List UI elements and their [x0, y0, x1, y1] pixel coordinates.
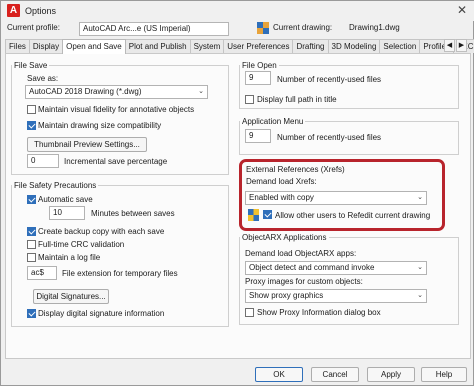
objectarx-title: ObjectARX Applications — [240, 233, 329, 242]
save-as-value: AutoCAD 2018 Drawing (*.dwg) — [29, 87, 142, 96]
file-open-recent-label: Number of recently-used files — [277, 75, 382, 84]
objectarx-demand-load-dropdown[interactable]: Object detect and command invoke ⌄ — [245, 261, 427, 275]
tab-strip: Files Display Open and Save Plot and Pub… — [5, 39, 474, 54]
allow-refedit-checkbox[interactable] — [263, 210, 272, 219]
display-full-path-checkbox[interactable] — [245, 95, 254, 104]
xrefs-demand-load-label: Demand load Xrefs: — [246, 177, 317, 186]
close-icon[interactable]: ✕ — [457, 3, 467, 17]
save-as-dropdown[interactable]: AutoCAD 2018 Drawing (*.dwg) ⌄ — [25, 85, 208, 99]
chevron-down-icon: ⌄ — [198, 88, 204, 95]
ok-button[interactable]: OK — [255, 367, 303, 382]
temp-file-extension-label: File extension for temporary files — [62, 269, 178, 278]
cancel-button[interactable]: Cancel — [311, 367, 359, 382]
digital-signatures-button[interactable]: Digital Signatures... — [33, 289, 109, 304]
file-save-title: File Save — [12, 61, 50, 70]
tab-user-preferences[interactable]: User Preferences — [223, 39, 294, 53]
proxy-images-dropdown[interactable]: Show proxy graphics ⌄ — [245, 289, 427, 303]
maintain-visual-fidelity-checkbox[interactable] — [27, 105, 36, 114]
app-menu-recent-input[interactable]: 9 — [245, 129, 271, 143]
tab-selection[interactable]: Selection — [379, 39, 421, 53]
chevron-down-icon: ⌄ — [417, 264, 423, 271]
current-drawing-label: Current drawing: — [273, 23, 333, 32]
maintain-drawing-size-checkbox[interactable] — [27, 121, 36, 130]
temp-file-extension-input[interactable]: ac$ — [27, 266, 57, 280]
tab-scroll-right-icon[interactable]: ▶ — [456, 39, 467, 52]
apply-button[interactable]: Apply — [367, 367, 415, 382]
proxy-images-label: Proxy images for custom objects: — [245, 277, 363, 286]
title-bar: A Options ✕ — [1, 1, 474, 21]
display-signature-checkbox[interactable] — [27, 309, 36, 318]
allow-refedit-label: Allow other users to Refedit current dra… — [275, 211, 431, 220]
tab-display[interactable]: Display — [28, 39, 64, 53]
objectarx-demand-load-label: Demand load ObjectARX apps: — [245, 249, 357, 258]
minutes-between-saves-input[interactable]: 10 — [49, 206, 85, 220]
current-drawing-value: Drawing1.dwg — [349, 23, 400, 32]
automatic-save-checkbox[interactable] — [27, 195, 36, 204]
maintain-visual-fidelity-label: Maintain visual fidelity for annotative … — [38, 105, 195, 114]
minutes-between-saves-label: Minutes between saves — [91, 209, 175, 218]
incremental-save-input[interactable]: 0 — [27, 154, 59, 168]
incremental-save-label: Incremental save percentage — [64, 157, 168, 166]
tab-files[interactable]: Files — [5, 39, 30, 53]
crc-validation-checkbox[interactable] — [27, 240, 36, 249]
app-menu-recent-label: Number of recently-used files — [277, 133, 382, 142]
xrefs-demand-load-dropdown[interactable]: Enabled with copy ⌄ — [245, 191, 427, 205]
log-file-label: Maintain a log file — [38, 253, 101, 262]
xrefs-demand-load-value: Enabled with copy — [249, 193, 314, 202]
chevron-down-icon: ⌄ — [417, 292, 423, 299]
proxy-dialog-label: Show Proxy Information dialog box — [257, 308, 381, 317]
backup-copy-label: Create backup copy with each save — [38, 227, 165, 236]
display-full-path-label: Display full path in title — [257, 95, 337, 104]
window-title: Options — [25, 6, 57, 16]
tab-open-and-save[interactable]: Open and Save — [62, 39, 126, 54]
tab-3d-modeling[interactable]: 3D Modeling — [327, 39, 381, 53]
tab-scroll-left-icon[interactable]: ◀ — [444, 39, 455, 52]
thumbnail-preview-settings-button[interactable]: Thumbnail Preview Settings... — [27, 137, 147, 152]
application-menu-title: Application Menu — [240, 117, 306, 126]
uac-shield-icon — [248, 209, 259, 221]
file-open-title: File Open — [240, 61, 279, 70]
file-open-recent-input[interactable]: 9 — [245, 71, 271, 85]
autocad-logo-icon: A — [7, 4, 20, 17]
drawing-file-icon — [257, 22, 269, 34]
automatic-save-label: Automatic save — [38, 195, 93, 204]
proxy-images-value: Show proxy graphics — [249, 291, 324, 300]
tab-drafting[interactable]: Drafting — [292, 39, 329, 53]
objectarx-demand-load-value: Object detect and command invoke — [249, 263, 375, 272]
log-file-checkbox[interactable] — [27, 253, 36, 262]
tab-system[interactable]: System — [189, 39, 225, 53]
maintain-drawing-size-label: Maintain drawing size compatibility — [38, 121, 162, 130]
chevron-down-icon: ⌄ — [417, 194, 423, 201]
file-safety-title: File Safety Precautions — [12, 181, 99, 190]
tab-scroll-arrows: ◀ ▶ — [444, 39, 467, 52]
backup-copy-checkbox[interactable] — [27, 227, 36, 236]
current-profile-value: AutoCAD Arc...e (US Imperial) — [79, 22, 229, 36]
xrefs-title: External References (Xrefs) — [246, 165, 345, 174]
help-button[interactable]: Help — [421, 367, 467, 382]
crc-validation-label: Full-time CRC validation — [38, 240, 125, 249]
display-signature-label: Display digital signature information — [38, 309, 165, 318]
save-as-label: Save as: — [27, 74, 59, 83]
proxy-dialog-checkbox[interactable] — [245, 308, 254, 317]
current-profile-label: Current profile: — [7, 23, 60, 32]
options-dialog: A Options ✕ Current profile: AutoCAD Arc… — [0, 0, 474, 386]
tab-plot-and-publish[interactable]: Plot and Publish — [124, 39, 191, 53]
